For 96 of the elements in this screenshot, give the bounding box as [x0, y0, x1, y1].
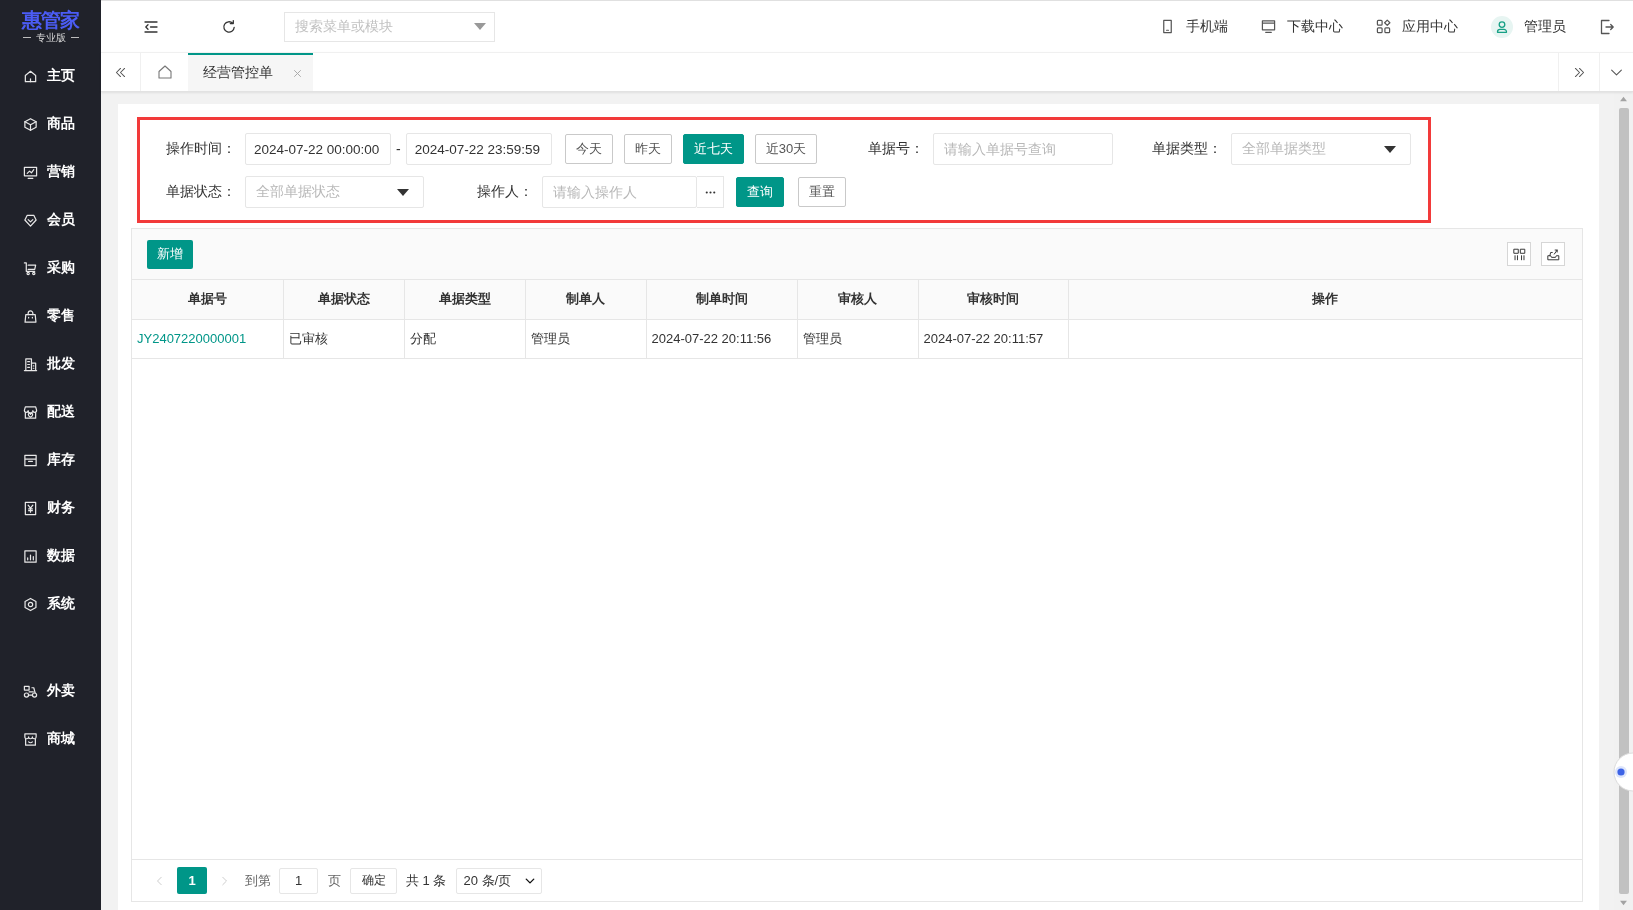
double-chevron-left-icon[interactable]	[114, 65, 127, 79]
pagination-label: 到第	[245, 871, 271, 890]
sidebar-item[interactable]: 会员	[0, 196, 101, 244]
settings-icon	[23, 596, 38, 612]
date-range-button[interactable]: 近30天	[754, 134, 818, 164]
caret-icon	[397, 188, 409, 196]
sidebar-item[interactable]: 采购	[0, 244, 101, 292]
range-separator: -	[396, 141, 401, 157]
menu-toggle-icon[interactable]	[143, 18, 159, 35]
phone-icon	[1160, 19, 1175, 34]
avatar-icon	[1491, 15, 1513, 38]
apps-icon	[1376, 19, 1391, 34]
caret-icon	[474, 23, 486, 30]
table-cell: 2024-07-22 20:11:56	[646, 319, 797, 358]
header-link[interactable]: 应用中心	[1376, 17, 1458, 36]
cube-icon	[23, 116, 38, 132]
sidebar-item[interactable]: 外卖	[0, 667, 101, 715]
tray-arrow-icon	[1546, 247, 1560, 261]
end-date-input[interactable]: 2024-07-22 23:59:59	[405, 133, 552, 165]
monitor-icon	[1261, 19, 1276, 34]
home-icon[interactable]	[156, 64, 173, 80]
column-settings-button[interactable]	[1507, 242, 1531, 266]
table-cell: 分配	[404, 319, 525, 358]
field-label: 单据状态：	[166, 183, 236, 201]
date-range-button[interactable]: 昨天	[623, 134, 672, 164]
reset-button[interactable]: 重置	[798, 177, 846, 207]
column-header: 操作	[1068, 280, 1582, 319]
chevron-down-icon	[525, 875, 536, 886]
date-range-button[interactable]: 近七天	[682, 134, 744, 164]
page-number-input[interactable]: 1	[279, 867, 318, 894]
column-header: 审核时间	[918, 280, 1068, 319]
sidebar-item[interactable]: 数据	[0, 532, 101, 580]
page-button[interactable]: 1	[177, 867, 207, 894]
column-header: 单据状态	[283, 280, 404, 319]
scroll-up-icon[interactable]	[1619, 96, 1628, 102]
refresh-icon[interactable]	[221, 18, 237, 35]
pagination-label: 页	[328, 871, 341, 890]
table-cell: 管理员	[525, 319, 646, 358]
sidebar-item[interactable]: 财务	[0, 484, 101, 532]
caret-icon	[1384, 145, 1397, 153]
field-label: 操作时间：	[166, 140, 236, 158]
sidebar-item[interactable]: 主页	[0, 52, 101, 100]
logo-subtitle: 专业版	[35, 31, 66, 44]
field-label: 单据类型：	[1152, 140, 1223, 158]
page-tab[interactable]: 经营管控单	[188, 53, 313, 91]
scrollbar-thumb[interactable]	[1618, 108, 1629, 894]
building-icon	[23, 356, 38, 372]
archive-box-icon	[23, 452, 38, 468]
monitor-chart-icon	[23, 164, 38, 180]
scooter-icon	[23, 683, 38, 699]
sidebar-item[interactable]: 营销	[0, 148, 101, 196]
column-header: 制单时间	[646, 280, 797, 319]
gem-icon	[23, 212, 38, 228]
sidebar-item[interactable]: 零售	[0, 292, 101, 340]
date-range-button[interactable]: 今天	[564, 134, 613, 164]
user-menu[interactable]: 管理员	[1491, 15, 1566, 38]
search-button[interactable]: 查询	[736, 177, 784, 207]
field-label: 单据号：	[868, 140, 925, 158]
sidebar-item[interactable]: 商城	[0, 715, 101, 763]
start-date-input[interactable]: 2024-07-22 00:00:00	[245, 133, 391, 165]
header-link[interactable]: 下载中心	[1261, 17, 1343, 36]
double-chevron-right-icon[interactable]	[1572, 65, 1586, 79]
bag-icon	[23, 308, 38, 324]
add-button[interactable]: 新增	[147, 239, 193, 269]
home-icon	[23, 68, 38, 84]
sidebar-item[interactable]: 系统	[0, 580, 101, 628]
scroll-down-icon[interactable]	[1619, 900, 1628, 906]
sidebar-item[interactable]: 批发	[0, 340, 101, 388]
table-cell: 2024-07-22 20:11:57	[918, 319, 1068, 358]
sidebar-item[interactable]: 商品	[0, 100, 101, 148]
column-header: 审核人	[797, 280, 918, 319]
table-cell: 管理员	[797, 319, 918, 358]
total-count: 共 1 条	[406, 871, 447, 890]
logout-icon[interactable]	[1599, 18, 1615, 35]
bar-chart-icon	[23, 548, 38, 564]
confirm-button[interactable]: 确定	[350, 867, 397, 894]
field-label: 操作人：	[477, 183, 533, 201]
page-size-select[interactable]: 20 条/页	[456, 867, 543, 894]
more-icon	[704, 190, 716, 194]
yen-icon	[23, 500, 38, 516]
header-link[interactable]: 手机端	[1160, 17, 1228, 36]
sidebar-item[interactable]: 配送	[0, 388, 101, 436]
cart-icon	[23, 260, 38, 276]
order-number-input[interactable]: 请输入单据号查询	[933, 133, 1114, 165]
grid-icon	[1512, 247, 1526, 261]
column-header: 制单人	[525, 280, 646, 319]
sidebar-item[interactable]: 库存	[0, 436, 101, 484]
order-number-link[interactable]: JY2407220000001	[137, 331, 247, 346]
shop-icon	[23, 731, 38, 747]
operator-input[interactable]: 请输入操作人	[542, 176, 697, 208]
export-button[interactable]	[1541, 242, 1565, 266]
table-cell: 已审核	[283, 319, 404, 358]
column-header: 单据号	[132, 280, 283, 319]
logo-text: 惠管家	[22, 8, 79, 31]
storefront-icon	[23, 404, 38, 420]
column-header: 单据类型	[404, 280, 525, 319]
